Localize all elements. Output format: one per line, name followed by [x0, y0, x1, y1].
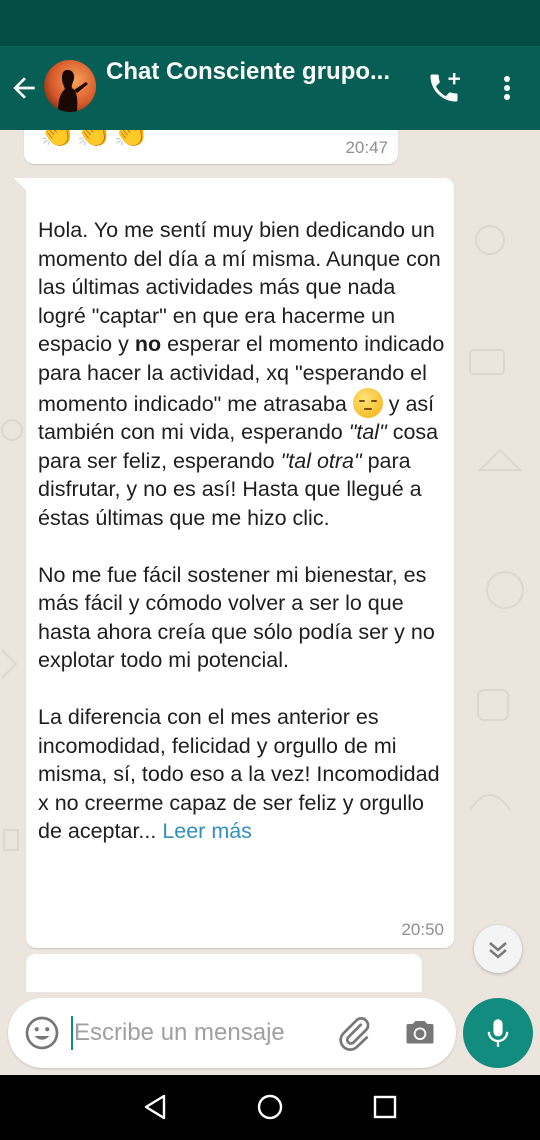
message-input[interactable]	[74, 1010, 324, 1056]
message-time: 20:50	[401, 920, 444, 939]
smiley-icon[interactable]	[24, 1015, 60, 1051]
clapping-hands-emoji: 👏👏👏	[40, 130, 151, 148]
voice-message-button[interactable]	[463, 998, 533, 1068]
message-paragraph: Hola. Yo me sentí muy bien dedicando un …	[38, 216, 448, 533]
avatar[interactable]	[44, 60, 96, 112]
add-call-icon[interactable]	[426, 70, 462, 106]
scroll-down-button[interactable]	[474, 925, 522, 973]
text-caret	[71, 1016, 73, 1050]
chat-area[interactable]: 👏👏👏 20:47 Hola. Yo me sentí muy bien ded…	[0, 130, 540, 992]
circle-home-icon[interactable]	[256, 1093, 284, 1121]
message-bubble[interactable]: 👏👏👏 20:47	[24, 130, 398, 164]
italic-text: "tal otra"	[280, 448, 362, 473]
app-bar: Chat Consciente grupo...	[0, 46, 540, 130]
bold-text: no	[134, 332, 162, 357]
chat-title[interactable]: Chat Consciente grupo...	[106, 58, 406, 86]
avatar-silhouette	[58, 69, 88, 112]
square-recents-icon[interactable]	[372, 1094, 398, 1120]
message-text: Hola. Yo me sentí muy bien dedicando un …	[38, 216, 448, 846]
message-bubble[interactable]	[26, 954, 422, 992]
system-nav-bar	[0, 1075, 540, 1140]
message-time: 20:47	[345, 138, 388, 157]
arrow-left-icon[interactable]	[8, 72, 40, 104]
message-bubble[interactable]: Hola. Yo me sentí muy bien dedicando un …	[14, 178, 454, 948]
status-bar	[0, 0, 540, 46]
message-composer	[8, 998, 456, 1068]
double-chevron-down-icon	[489, 942, 507, 959]
microphone-icon	[487, 1019, 509, 1047]
triangle-back-icon[interactable]	[142, 1093, 168, 1121]
pensive-face-icon	[352, 387, 383, 418]
message-paragraph: La diferencia con el mes anterior es inc…	[38, 703, 448, 846]
paperclip-icon[interactable]	[336, 1015, 372, 1051]
more-vert-icon[interactable]	[494, 72, 520, 104]
camera-icon[interactable]	[402, 1015, 438, 1051]
italic-text: "tal"	[348, 420, 387, 445]
read-more-link[interactable]: Leer más	[162, 819, 252, 843]
message-paragraph: No me fue fácil sostener mi bienestar, e…	[38, 562, 435, 673]
